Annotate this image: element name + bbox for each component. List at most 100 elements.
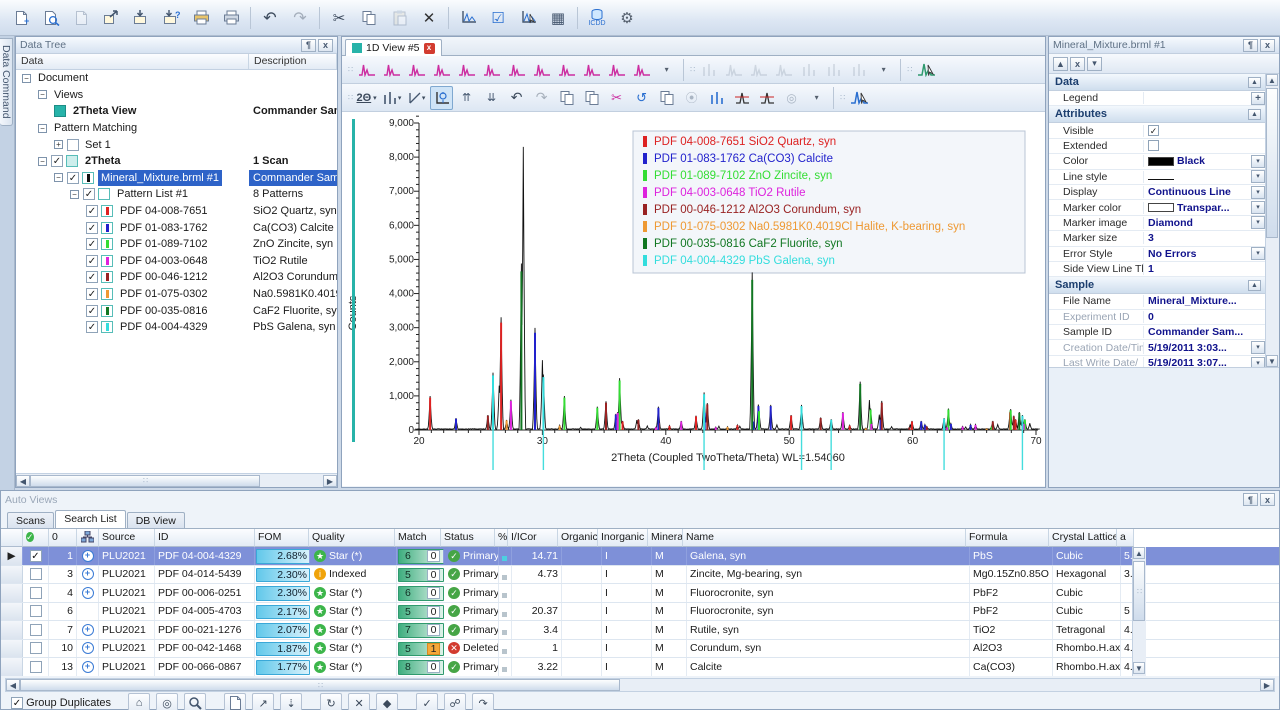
zoom-out-y-button[interactable]: ⇈ [455,86,478,110]
tree-checkbox[interactable]: ✓ [86,288,98,300]
property-row[interactable]: Experiment ID0 [1049,310,1279,325]
tab-close-icon[interactable]: x [424,43,435,54]
cell-chk[interactable] [23,566,49,584]
tree-row[interactable]: ✓PDF 04-003-0648TiO2 Rutile [16,253,337,270]
tree-expander-icon[interactable]: − [38,157,47,166]
column-header-inorganic[interactable]: Inorganic [598,529,648,547]
column-header-icor[interactable]: I/ICor [508,529,558,547]
column-header-formula[interactable]: Formula [966,529,1049,547]
scale-y-button[interactable] [530,58,553,82]
tree-row[interactable]: −Pattern Matching [16,120,337,137]
validate-tool-button[interactable]: ✓ [416,693,438,710]
import-file-button[interactable] [127,4,155,32]
row-checkbox[interactable] [30,661,42,673]
scroll-left-icon[interactable]: ◀ [6,679,20,691]
displacement-button[interactable] [630,58,653,82]
clear-tool-button[interactable]: ✕ [348,693,370,710]
erase-tool-button[interactable]: ◆ [376,693,398,710]
column-header-sel[interactable] [1,529,23,547]
zoom-fit-button[interactable] [430,86,453,110]
data-command-tab[interactable]: Data Command [0,38,13,126]
tree-checkbox[interactable]: ✓ [51,155,63,167]
zoom-in-y-button[interactable]: ⇊ [480,86,503,110]
redo-button[interactable]: ↷ [286,4,314,32]
zoom-curve-button[interactable] [847,86,870,110]
search-list-row[interactable]: 7+PLU2021PDF 00-021-12762.07%★Star (*)70… [1,621,1279,640]
view-pointer-button[interactable] [514,4,542,32]
dropdown-icon[interactable]: ▾ [1251,247,1265,260]
column-header-fom[interactable]: FOM [255,529,309,547]
column-header-description[interactable]: Description [249,54,337,69]
cut-range-button[interactable]: ✂ [605,86,628,110]
property-row[interactable]: Extended [1049,139,1279,154]
property-row[interactable]: Marker imageDiamond▾ [1049,216,1279,231]
delete-button[interactable]: ✕ [415,4,443,32]
row-checkbox[interactable] [30,568,42,580]
tree-row[interactable]: −Views [16,87,337,104]
collapse-all-icon[interactable]: ▲ [1053,57,1068,71]
tab-search-list[interactable]: Search List [55,510,126,528]
search-list-row[interactable]: ▶✓1+PLU2021PDF 04-004-43292.68%★Star (*)… [1,547,1279,566]
new-document-button[interactable]: + [7,4,35,32]
refresh-tool-button[interactable]: ↻ [320,693,342,710]
column-header-pct[interactable]: % [495,529,508,547]
paste-range-button[interactable] [580,86,603,110]
property-row[interactable]: DisplayContinuous Line▾ [1049,185,1279,200]
print-preview-button[interactable] [187,4,215,32]
more-dropdown-button[interactable]: ▾ [872,58,895,82]
search-list-row[interactable]: 13+PLU2021PDF 00-066-08671.77%★Star (*)8… [1,658,1279,676]
scan-window-button[interactable] [505,58,528,82]
pin-icon[interactable]: ¶ [1243,39,1258,52]
tree-expander-icon[interactable]: − [22,74,31,83]
eye-tool-button[interactable]: ◎ [156,693,178,710]
fourier-smooth-button[interactable] [405,58,428,82]
stretch-scan-button[interactable] [480,58,503,82]
tree-row[interactable]: ✓PDF 04-008-7651SiO2 Quartz, syn [16,203,337,220]
dropdown-icon[interactable]: ▾ [1251,341,1265,354]
more-dropdown-button[interactable]: ▾ [655,58,678,82]
undo-button[interactable]: ↶ [256,4,284,32]
tree-checkbox[interactable]: ✓ [67,172,79,184]
column-header-num[interactable]: 0 [49,529,77,547]
undo-view-button[interactable]: ↶ [505,86,528,110]
move-right-button[interactable] [722,58,745,82]
column-header-mineral[interactable]: Mineral [648,529,683,547]
tab-scans[interactable]: Scans [7,512,54,529]
property-section-header[interactable]: Attributes▲ [1049,106,1279,123]
cell-chk[interactable] [23,640,49,658]
column-header-match[interactable]: Match [395,529,441,547]
peak-left-button[interactable] [730,86,753,110]
row-checkbox[interactable] [30,624,42,636]
column-header-id[interactable]: ID [155,529,255,547]
row-checkbox[interactable] [30,587,42,599]
tree-row[interactable]: ✓PDF 00-046-1212Al2O3 Corundum, syn [16,269,337,286]
column-header-a[interactable]: a [1117,529,1134,547]
tree-checkbox[interactable] [67,139,79,151]
close-icon[interactable]: x [1260,493,1275,506]
export-tool-button[interactable]: ↗ [252,693,274,710]
kb-strip-button[interactable] [772,58,795,82]
save-button[interactable] [67,4,95,32]
copy-dropdown-button[interactable] [655,86,678,110]
property-row[interactable]: Line style▾ [1049,170,1279,185]
import-tool-button[interactable]: ⇣ [280,693,302,710]
tree-expander-icon[interactable]: − [54,173,63,182]
column-header-source[interactable]: Source [99,529,155,547]
tree-row[interactable]: ✓PDF 01-083-1762Ca(CO3) Calcite [16,219,337,236]
expand-plus-icon[interactable]: + [82,587,94,599]
row-checkbox[interactable]: ✓ [30,550,42,562]
tree-checkbox[interactable]: ✓ [86,321,98,333]
tree-row[interactable]: +Set 1 [16,136,337,153]
column-header-quality[interactable]: Quality [309,529,395,547]
property-section-header[interactable]: Sample▲ [1049,277,1279,294]
more-dropdown-button[interactable]: ▾ [805,86,828,110]
remove-icon[interactable]: x [1070,57,1085,71]
tree-row[interactable]: ✓PDF 01-089-7102ZnO Zincite, syn [16,236,337,253]
open-preview-button[interactable] [37,4,65,32]
redo-tool-button[interactable]: ↷ [472,693,494,710]
tree-expander-icon[interactable]: + [54,140,63,149]
icdd-database-button[interactable]: ICDD [583,4,611,32]
tree-expander-icon[interactable]: − [70,190,79,199]
group-duplicates-checkbox[interactable]: ✓ [11,697,23,709]
search-tool-button[interactable] [184,693,206,710]
